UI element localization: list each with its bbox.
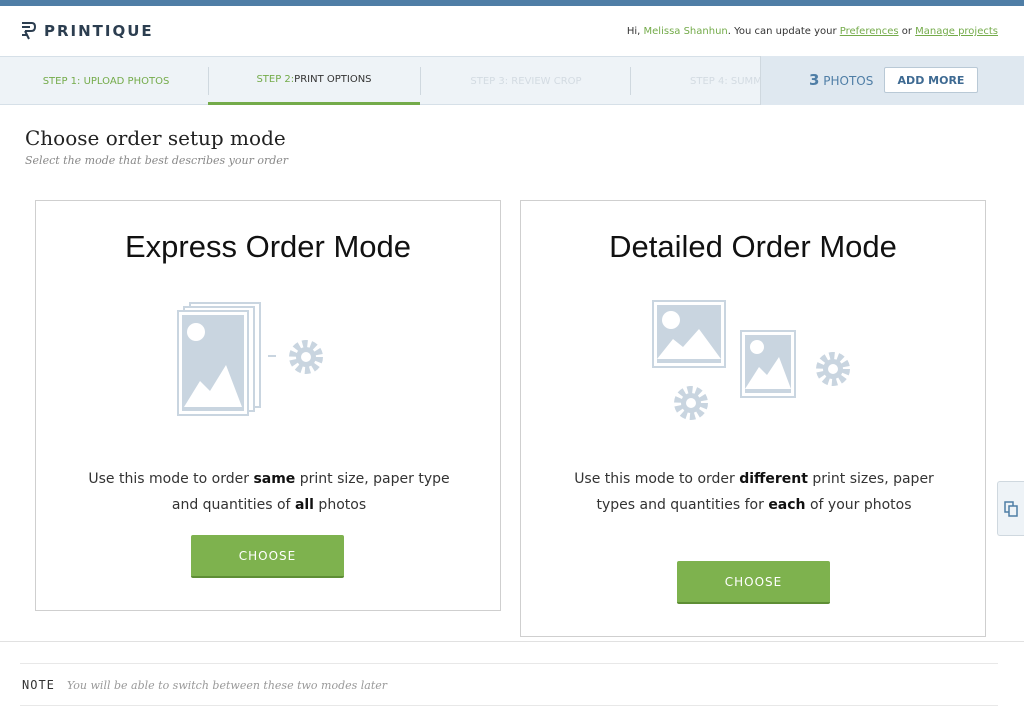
express-mode-card[interactable]: Express Order Mode Use this mode to orde… xyxy=(35,200,501,611)
printique-logo-icon xyxy=(22,22,36,40)
note-text: You will be able to switch between these… xyxy=(67,679,388,692)
note-bottom-rule xyxy=(20,705,998,706)
add-more-button[interactable]: ADD MORE xyxy=(884,67,978,93)
desc-text: of your photos xyxy=(805,497,912,513)
step2-label: PRINT OPTIONS xyxy=(294,74,372,85)
section-divider xyxy=(0,641,1024,642)
photo-count-label: PHOTOS xyxy=(823,74,874,88)
greeting-prefix: Hi, xyxy=(626,26,644,37)
gear-icon xyxy=(674,386,708,420)
brand-logo[interactable]: PRINTIQUE xyxy=(20,20,154,42)
photo-count: 3 PHOTOS xyxy=(809,71,873,89)
page-title: Choose order setup mode xyxy=(25,126,286,150)
photo-stack-icon xyxy=(177,302,261,416)
photo-icon xyxy=(652,300,726,368)
gear-icon xyxy=(816,352,850,386)
photos-settings-icon xyxy=(652,300,850,420)
page-subtitle: Select the mode that best describes your… xyxy=(25,154,289,167)
desc-text: Use this mode to order xyxy=(574,471,740,487)
desc-text: photos xyxy=(313,497,367,513)
greeting-middle: . You can update your xyxy=(727,26,840,37)
note-label: NOTE xyxy=(22,678,55,692)
photo-count-number: 3 xyxy=(809,71,820,89)
express-mode-title: Express Order Mode xyxy=(125,229,411,264)
detailed-mode-card[interactable]: Detailed Order Mode Use this mode to ord… xyxy=(520,200,986,637)
header: PRINTIQUE Hi, Melissa Shanhun. You can u… xyxy=(0,6,1024,56)
photo-icon xyxy=(740,330,796,398)
desc-emphasis: same xyxy=(253,471,296,487)
step-review-crop: STEP 3: REVIEW CROP xyxy=(470,75,582,87)
step-upload-photos[interactable]: STEP 1: UPLOAD PHOTOS xyxy=(0,57,212,105)
desc-emphasis: all xyxy=(294,497,314,513)
desc-text: Use this mode to order xyxy=(88,471,254,487)
express-mode-description: Use this mode to order same print size, … xyxy=(76,466,462,518)
express-choose-button[interactable]: CHOOSE xyxy=(191,535,344,578)
photos-panel: 3 PHOTOS ADD MORE xyxy=(760,56,1024,105)
note-top-rule xyxy=(20,663,998,664)
greeting-or: or xyxy=(898,26,916,37)
step-summary: STEP 4: SUMMARY xyxy=(690,75,760,87)
desc-emphasis: each xyxy=(768,497,806,513)
detailed-choose-button[interactable]: CHOOSE xyxy=(677,561,830,604)
user-name: Melissa Shanhun xyxy=(643,26,728,37)
photo-stack-settings-icon xyxy=(177,302,323,416)
detailed-mode-title: Detailed Order Mode xyxy=(609,229,897,264)
side-copy-tab[interactable] xyxy=(997,481,1024,536)
user-greeting: Hi, Melissa Shanhun. You can update your… xyxy=(627,26,998,37)
brand-name: PRINTIQUE xyxy=(44,22,154,40)
desc-emphasis: different xyxy=(739,471,808,487)
step-print-options[interactable]: STEP 2: PRINT OPTIONS xyxy=(208,57,420,105)
manage-projects-link[interactable]: Manage projects xyxy=(915,26,998,37)
copy-icon xyxy=(1004,500,1018,517)
preferences-link[interactable]: Preferences xyxy=(840,26,899,37)
detailed-mode-description: Use this mode to order different print s… xyxy=(561,466,947,518)
gear-icon xyxy=(289,340,323,374)
step2-prefix: STEP 2: xyxy=(256,74,295,85)
